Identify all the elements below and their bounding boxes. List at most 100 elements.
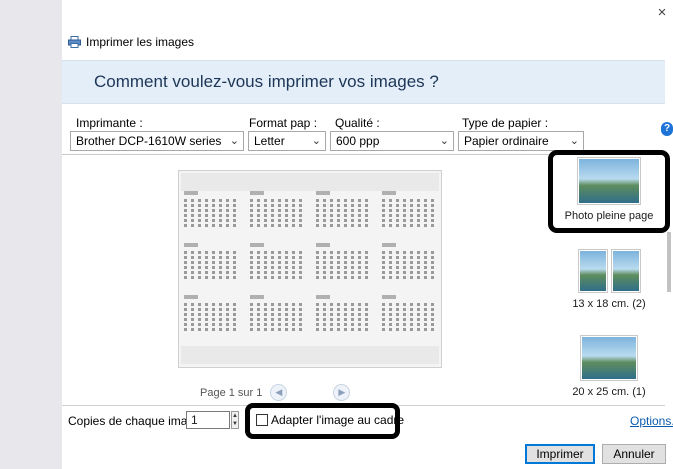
- quality-select[interactable]: 600 ppp ⌄: [330, 131, 454, 151]
- page-indicator: Page 1 sur 1: [200, 386, 263, 399]
- preview-week-row: [250, 251, 304, 254]
- preview-week-row: [184, 199, 238, 202]
- preview-week-row: [184, 266, 238, 269]
- preview-month-block: [250, 243, 304, 287]
- preview-week-row: [184, 224, 238, 227]
- preview-month-block: [316, 295, 370, 339]
- preview-month-name: [250, 243, 264, 247]
- preview-week-row: [250, 323, 304, 326]
- layout-thumbnail-right: [611, 250, 640, 292]
- chevron-down-icon: ⌄: [439, 135, 449, 147]
- help-icon[interactable]: ?: [661, 122, 673, 136]
- preview-month-name: [316, 191, 330, 195]
- paper-format-label: Format pap :: [249, 116, 318, 130]
- layout-option-13x18[interactable]: 13 x 18 cm. (2): [556, 250, 662, 310]
- preview-week-row: [184, 214, 238, 217]
- preview-month-block: [316, 191, 370, 235]
- preview-week-row: [382, 328, 436, 331]
- preview-week-row: [382, 209, 436, 212]
- close-icon[interactable]: ×: [655, 4, 669, 22]
- preview-month-name: [184, 243, 198, 247]
- preview-week-row: [382, 308, 436, 311]
- preview-month-block: [184, 191, 238, 235]
- layout-option-20x25[interactable]: 20 x 25 cm. (1): [556, 336, 662, 398]
- dialog-title: Imprimer les images: [86, 35, 195, 49]
- preview-week-row: [250, 313, 304, 316]
- preview-week-row: [316, 266, 370, 269]
- preview-month-block: [184, 243, 238, 287]
- preview-week-row: [316, 276, 370, 279]
- preview-week-row: [184, 276, 238, 279]
- preview-week-row: [184, 271, 238, 274]
- copies-input[interactable]: 1: [186, 411, 230, 429]
- prev-page-icon[interactable]: ◀: [270, 384, 288, 401]
- preview-month-name: [382, 243, 396, 247]
- preview-week-row: [382, 303, 436, 306]
- preview-week-row: [250, 276, 304, 279]
- preview-week-row: [316, 256, 370, 259]
- preview-week-row: [184, 219, 238, 222]
- preview-week-row: [250, 261, 304, 264]
- layout-thumbnail: [578, 250, 640, 292]
- preview-week-row: [316, 251, 370, 254]
- layout-label: 20 x 25 cm. (1): [572, 386, 646, 398]
- options-link[interactable]: Options...: [630, 414, 673, 428]
- preview-month-block: [382, 243, 436, 287]
- preview-month-name: [382, 191, 396, 195]
- preview-week-row: [250, 256, 304, 259]
- layout-list-scrollbar[interactable]: [667, 232, 671, 292]
- preview-week-row: [316, 323, 370, 326]
- preview-month-name: [250, 295, 264, 299]
- layout-label: 13 x 18 cm. (2): [572, 298, 646, 310]
- preview-week-row: [316, 219, 370, 222]
- dialog-title-row: Imprimer les images: [68, 34, 194, 50]
- preview-week-row: [250, 266, 304, 269]
- preview-week-row: [382, 219, 436, 222]
- preview-week-row: [184, 256, 238, 259]
- fit-to-frame-checkbox[interactable]: [256, 414, 268, 426]
- preview-week-row: [184, 313, 238, 316]
- preview-week-row: [250, 209, 304, 212]
- preview-month-name: [250, 191, 264, 195]
- spin-down-icon[interactable]: ▼: [232, 420, 238, 428]
- preview-week-row: [316, 214, 370, 217]
- banner-question: Comment voulez-vous imprimer vos images …: [94, 72, 439, 91]
- preview-week-row: [382, 276, 436, 279]
- preview-week-row: [382, 323, 436, 326]
- preview-week-row: [382, 224, 436, 227]
- preview-week-row: [250, 224, 304, 227]
- preview-week-row: [382, 251, 436, 254]
- preview-month-block: [184, 295, 238, 339]
- header-banner: Comment voulez-vous imprimer vos images …: [62, 60, 665, 104]
- preview-month-name: [316, 243, 330, 247]
- chevron-down-icon: ⌄: [311, 135, 321, 147]
- preview-week-row: [250, 271, 304, 274]
- preview-week-row: [316, 308, 370, 311]
- preview-week-row: [184, 303, 238, 306]
- spin-up-icon[interactable]: ▲: [232, 412, 238, 420]
- preview-week-row: [382, 271, 436, 274]
- layout-thumbnail-left: [578, 250, 607, 292]
- paper-type-select[interactable]: Papier ordinaire ⌄: [458, 131, 584, 151]
- printer-value: Brother DCP-1610W series: [76, 134, 222, 148]
- printer-select[interactable]: Brother DCP-1610W series ⌄: [70, 131, 244, 151]
- copies-stepper[interactable]: ▲ ▼: [231, 411, 239, 429]
- cancel-button[interactable]: Annuler: [602, 444, 666, 464]
- print-button[interactable]: Imprimer: [525, 444, 595, 464]
- next-page-icon[interactable]: ▶: [333, 384, 351, 401]
- printer-label: Imprimante :: [76, 116, 143, 130]
- paper-type-label: Type de papier :: [462, 116, 549, 130]
- preview-week-row: [316, 313, 370, 316]
- chevron-down-icon: ⌄: [569, 135, 579, 147]
- quality-value: 600 ppp: [336, 134, 380, 148]
- preview-week-row: [382, 199, 436, 202]
- preview-week-row: [316, 209, 370, 212]
- fit-to-frame-label[interactable]: Adapter l'image au cadre: [271, 413, 404, 427]
- preview-week-row: [250, 199, 304, 202]
- preview-week-row: [316, 303, 370, 306]
- preview-week-row: [184, 204, 238, 207]
- preview-week-row: [250, 328, 304, 331]
- preview-month-block: [250, 295, 304, 339]
- paper-format-select[interactable]: Letter ⌄: [248, 131, 326, 151]
- preview-week-row: [184, 318, 238, 321]
